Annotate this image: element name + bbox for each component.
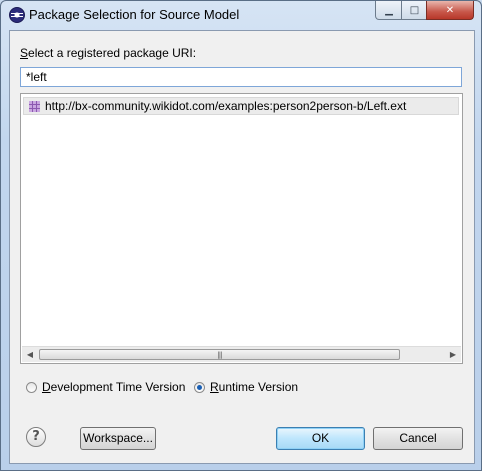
- development-time-text: evelopment Time Version: [50, 380, 186, 394]
- runtime-text: untime Version: [218, 380, 299, 394]
- help-button[interactable]: ?: [26, 427, 46, 447]
- grip-icon: |||: [217, 350, 222, 359]
- development-time-label: Development Time Version: [42, 380, 185, 394]
- list-item-text: http://bx-community.wikidot.com/examples…: [45, 99, 407, 113]
- runtime-accel: R: [210, 380, 219, 394]
- ok-button[interactable]: OK: [276, 427, 365, 450]
- runtime-radio[interactable]: [194, 381, 205, 393]
- horizontal-scrollbar[interactable]: ◀ ||| ▶: [22, 346, 461, 362]
- package-uri-label-text: elect a registered package URI:: [28, 46, 197, 60]
- development-time-radio[interactable]: [26, 381, 37, 393]
- help-icon: ?: [32, 429, 40, 444]
- package-uri-label-accel: S: [20, 46, 29, 60]
- package-uri-label: Select a registered package URI:: [20, 46, 196, 60]
- package-filter-input[interactable]: [20, 67, 462, 87]
- cancel-button[interactable]: Cancel: [373, 427, 463, 450]
- scrollbar-thumb[interactable]: |||: [39, 349, 400, 360]
- maximize-button[interactable]: □: [401, 1, 428, 20]
- package-list[interactable]: http://bx-community.wikidot.com/examples…: [20, 93, 463, 364]
- dialog-window: Package Selection for Source Model ▁ □ ✕…: [0, 0, 482, 471]
- runtime-label: Runtime Version: [210, 380, 298, 394]
- scroll-right-icon[interactable]: ▶: [447, 349, 459, 360]
- scroll-left-icon[interactable]: ◀: [24, 349, 36, 360]
- eclipse-icon: [9, 7, 25, 23]
- dialog-body: Select a registered package URI: http://…: [9, 30, 475, 464]
- list-item[interactable]: http://bx-community.wikidot.com/examples…: [23, 97, 459, 115]
- development-time-version-option[interactable]: Development Time Version: [26, 380, 185, 394]
- minimize-icon: ▁: [385, 4, 393, 16]
- close-button[interactable]: ✕: [426, 1, 474, 20]
- workspace-button[interactable]: Workspace...: [80, 427, 156, 450]
- window-title: Package Selection for Source Model: [29, 7, 240, 22]
- minimize-button[interactable]: ▁: [375, 1, 403, 20]
- maximize-icon: □: [409, 4, 420, 16]
- package-icon: [29, 100, 40, 112]
- title-bar[interactable]: Package Selection for Source Model ▁ □ ✕: [1, 1, 481, 29]
- close-icon: ✕: [445, 4, 455, 16]
- development-time-accel: D: [42, 380, 51, 394]
- runtime-version-option[interactable]: Runtime Version: [194, 380, 298, 394]
